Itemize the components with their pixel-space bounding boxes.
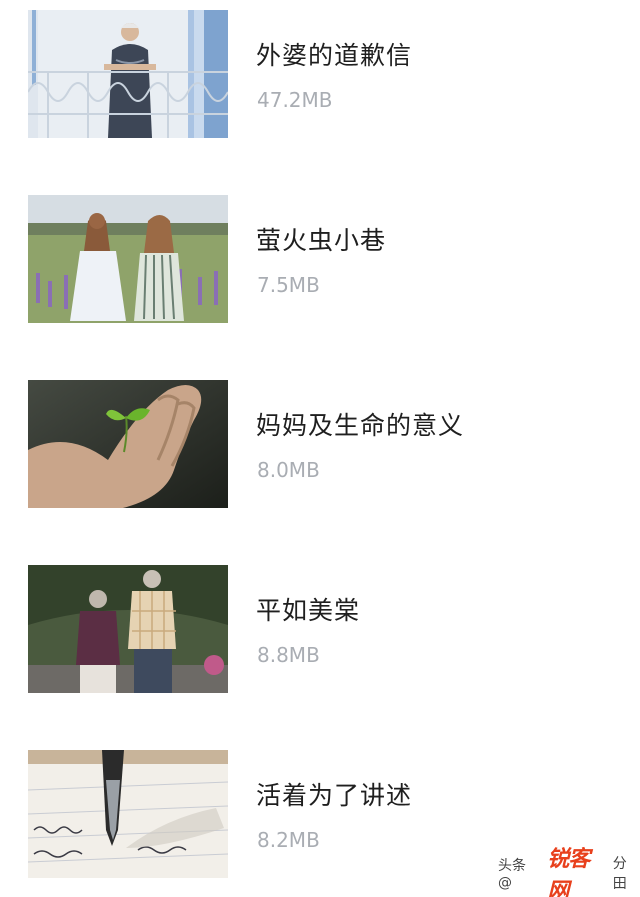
list-item[interactable]: 萤火虫小巷 7.5MB xyxy=(0,195,640,325)
item-size: 8.2MB xyxy=(257,828,320,852)
item-size: 8.0MB xyxy=(257,458,320,482)
thumbnail-image xyxy=(28,750,228,878)
thumbnail-image xyxy=(28,565,228,693)
item-title: 外婆的道歉信 xyxy=(256,41,413,70)
thumbnail-image xyxy=(28,195,228,323)
list-item[interactable]: 外婆的道歉信 47.2MB xyxy=(0,10,640,140)
fountain-pen-writing-photo xyxy=(28,750,228,878)
audiobook-list: 外婆的道歉信 47.2MB 萤火虫小巷 7.5MB 妈妈及生命的意义 8.0MB… xyxy=(0,0,640,897)
item-size: 8.8MB xyxy=(257,643,320,667)
list-item[interactable]: 妈妈及生命的意义 8.0MB xyxy=(0,380,640,510)
watermark-brand: 锐客网 xyxy=(547,847,590,897)
elderly-couple-walking-photo xyxy=(28,565,228,693)
item-title: 平如美棠 xyxy=(256,596,361,625)
thumbnail-image xyxy=(28,10,228,138)
watermark-prefix: 头条 @ xyxy=(498,858,526,891)
item-size: 47.2MB xyxy=(257,88,333,112)
item-size: 7.5MB xyxy=(257,273,320,297)
watermark: 头条 @ 锐客网 分田 xyxy=(498,847,640,897)
grandmother-balcony-photo xyxy=(28,10,228,138)
item-title: 萤火虫小巷 xyxy=(256,226,387,255)
item-title: 活着为了讲述 xyxy=(256,781,413,810)
watermark-suffix: 分田 xyxy=(612,856,627,892)
two-girls-field-photo xyxy=(28,195,228,323)
thumbnail-image xyxy=(28,380,228,508)
hand-sprout-photo xyxy=(28,380,228,508)
item-title: 妈妈及生命的意义 xyxy=(256,411,465,440)
list-item[interactable]: 平如美棠 8.8MB xyxy=(0,565,640,695)
